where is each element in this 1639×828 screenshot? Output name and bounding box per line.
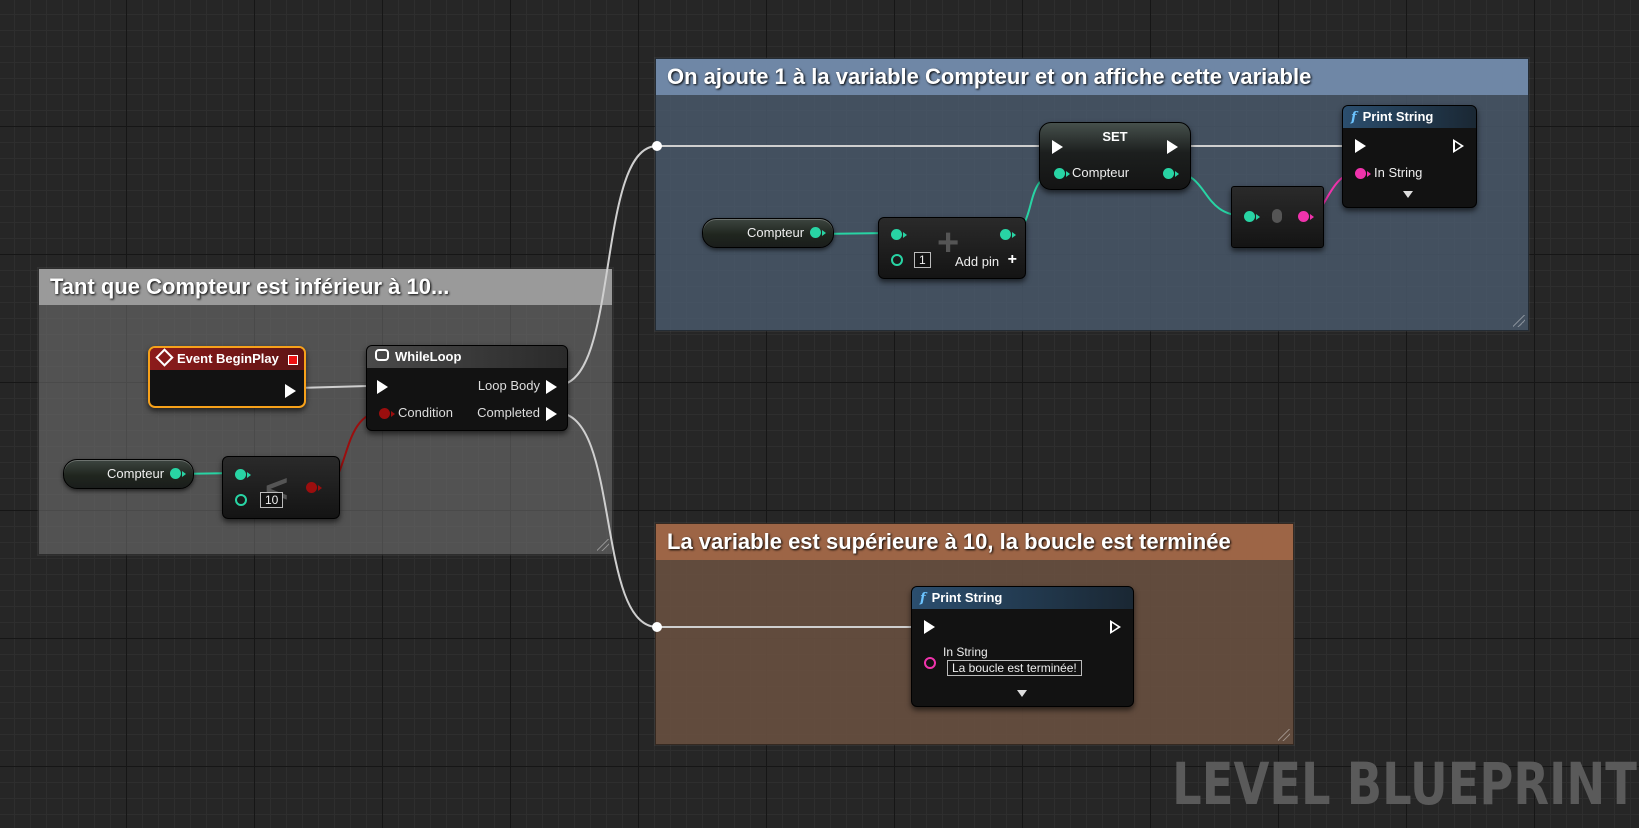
completed-exec-pin[interactable] [546,406,557,421]
print1-instring-pin[interactable] [1355,168,1371,179]
add-pin-plus-icon[interactable]: + [1008,251,1017,269]
conversion-in-pin[interactable] [1244,211,1260,222]
comment-resize-grip[interactable] [1278,729,1290,741]
condition-bool-pin[interactable] [379,408,395,420]
delegate-square-icon[interactable] [288,355,298,365]
exec-out-pin[interactable] [285,383,296,398]
set-exec-out-pin[interactable] [1167,140,1178,154]
completed-pin-row: Completed [477,404,557,422]
less-result-pin[interactable] [306,482,322,493]
event-beginplay-node[interactable]: Event BeginPlay [148,346,306,408]
compteur-getter-node[interactable]: Compteur [63,459,194,489]
add-node[interactable]: + 1 Add pin + [878,217,1026,279]
compteur-getter-node-2[interactable]: Compteur [702,218,834,248]
level-blueprint-watermark: LEVEL BLUEPRINT [1172,750,1637,818]
function-icon-2: f [920,591,926,606]
set-node[interactable]: SET Compteur [1039,122,1191,190]
conversion-out-pin[interactable] [1298,211,1314,222]
compteur-getter-label: Compteur [107,466,165,481]
set-value-out-pin[interactable] [1163,168,1179,179]
comment-resize-grip[interactable] [597,539,609,551]
exec-out-pin-row [285,381,296,399]
loop-body-pin-row: Loop Body [478,377,557,395]
print-string-title-2: Print String [931,590,1003,605]
print1-instring-label: In String [1374,165,1423,180]
comment-title-while[interactable]: Tant que Compteur est inférieur à 10... [39,269,612,305]
print2-instring-label: In String [943,645,988,659]
int-to-string-conversion-node[interactable] [1231,186,1324,248]
exec-in-pin[interactable] [377,379,388,394]
set-exec-in-pin[interactable] [1052,140,1063,154]
print2-exec-out-pin[interactable] [1110,620,1121,634]
whileloop-node[interactable]: WhileLoop Loop Body Condition Completed [366,345,568,431]
add-pin-label[interactable]: Add pin [955,254,999,269]
compteur-out-pin[interactable] [170,468,186,479]
loop-body-label: Loop Body [477,378,540,393]
add-result-pin[interactable] [1000,229,1016,240]
expand-arrow-icon[interactable] [1403,191,1413,198]
print1-exec-in-pin[interactable] [1355,139,1366,153]
loop-icon [375,349,389,361]
condition-pin-row: Condition [379,404,453,422]
print-string-node-2[interactable]: f Print String In String La boucle est te… [911,586,1134,707]
set-var-label: Compteur [1072,165,1130,180]
print1-exec-out-pin[interactable] [1453,139,1464,153]
print2-exec-in-pin[interactable] [924,620,935,634]
conversion-dot-icon [1272,209,1282,223]
add-b-value-field[interactable]: 1 [914,252,931,268]
compteur-out-pin-2[interactable] [810,227,826,238]
less-b-pin[interactable] [235,494,247,506]
less-b-value-field[interactable]: 10 [260,492,284,508]
comment-title-add-print[interactable]: On ajoute 1 à la variable Compteur et on… [656,59,1528,95]
print2-instring-pin[interactable] [924,657,936,669]
function-icon: f [1351,110,1357,125]
less-a-pin[interactable] [235,469,251,480]
add-b-pin[interactable] [891,254,903,266]
completed-label: Completed [477,405,540,420]
whileloop-title: WhileLoop [395,349,462,364]
condition-label: Condition [398,405,453,420]
loop-body-exec-pin[interactable] [546,379,557,394]
print2-instring-value-field[interactable]: La boucle est terminée! [947,660,1082,676]
set-value-in-pin[interactable] [1054,168,1070,179]
event-beginplay-title: Event BeginPlay [177,351,279,366]
add-a-pin[interactable] [891,229,907,240]
expand-arrow-icon-2[interactable] [1017,690,1027,697]
comment-title-loop-end[interactable]: La variable est supérieure à 10, la bouc… [656,524,1293,560]
print-string-title-1: Print String [1362,109,1434,124]
comment-resize-grip[interactable] [1513,315,1525,327]
print-string-node-1[interactable]: f Print String In String [1342,105,1477,208]
compteur-getter-label-2: Compteur [747,225,805,240]
less-than-node[interactable]: < 10 [222,456,340,519]
exec-in-pin-row [377,377,388,395]
event-diamond-icon [155,348,174,367]
